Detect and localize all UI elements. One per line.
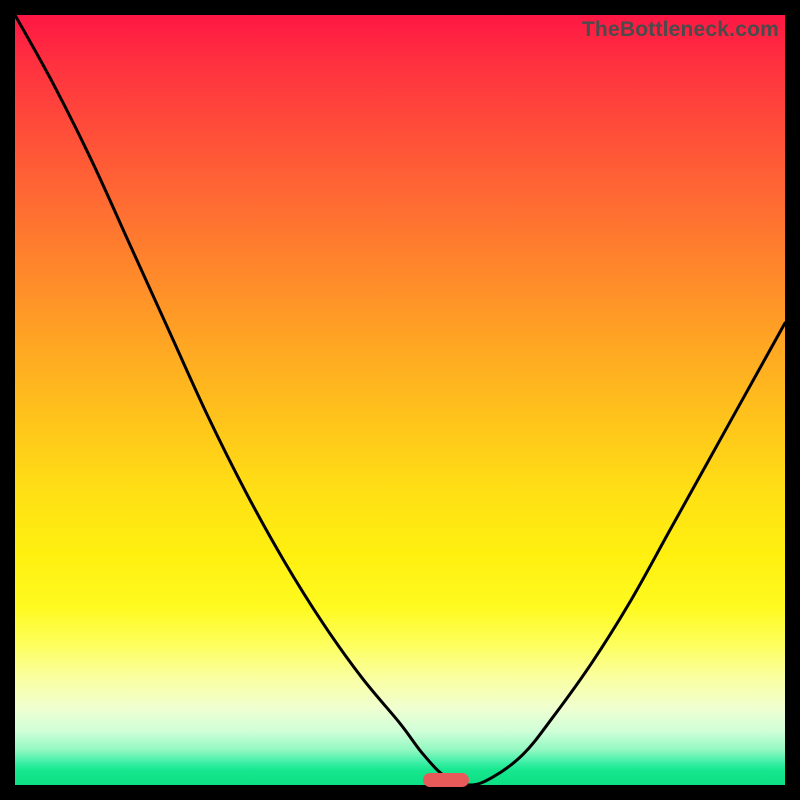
- bottleneck-curve: [15, 15, 785, 785]
- chart-frame: TheBottleneck.com: [15, 15, 785, 785]
- optimal-marker: [423, 773, 469, 787]
- plot-area: TheBottleneck.com: [15, 15, 785, 785]
